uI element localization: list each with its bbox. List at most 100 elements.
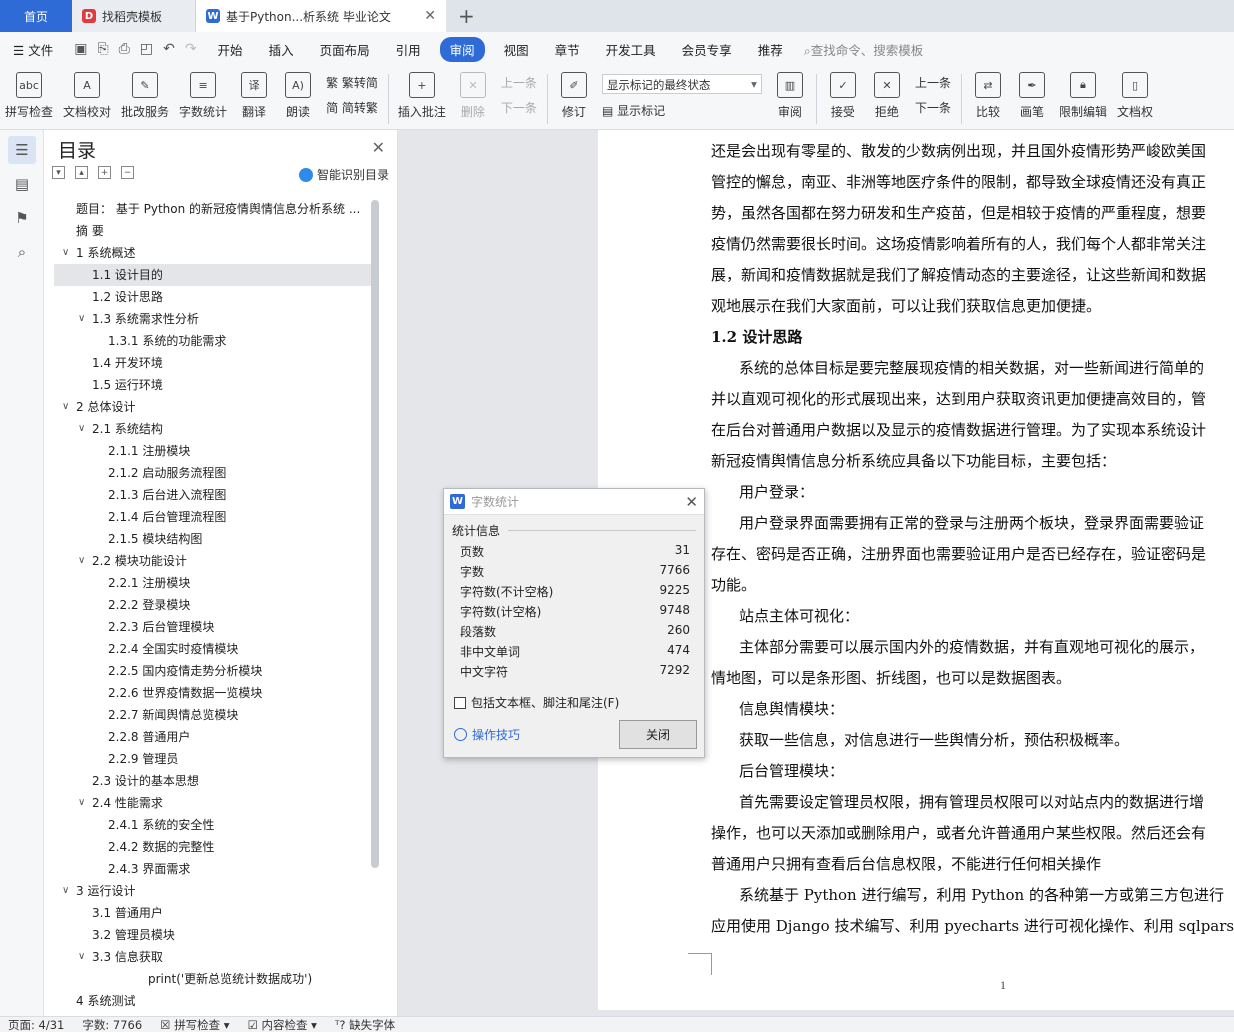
menu-item-insert[interactable]: 插入	[256, 40, 307, 59]
toc-item[interactable]: ∨ 3 运行设计	[54, 880, 374, 902]
close-icon[interactable]: ✕	[372, 138, 385, 157]
tab-docer[interactable]: D 找稻壳模板	[72, 0, 196, 32]
toc-item[interactable]: 2.2.3 后台管理模块	[54, 616, 374, 638]
toc-item[interactable]: ∨ 2.4 性能需求	[54, 792, 374, 814]
compare-button[interactable]: ⇄ 比较	[966, 66, 1010, 120]
restrict-edit-button[interactable]: 🔒︎ 限制编辑	[1054, 66, 1112, 120]
page-indicator[interactable]: 页面: 4/31	[8, 1017, 64, 1033]
toc-item[interactable]: 2.2.6 世界疫情数据一览模块	[54, 682, 374, 704]
menu-item-member[interactable]: 会员专享	[669, 40, 745, 59]
toc-item[interactable]: 2.2.1 注册模块	[54, 572, 374, 594]
print-icon[interactable]: ⎙	[119, 41, 130, 57]
toc-item[interactable]: 1.4 开发环境	[54, 352, 374, 374]
toc-item[interactable]: 2.2.2 登录模块	[54, 594, 374, 616]
find-icon[interactable]: ⌕	[8, 238, 36, 266]
toc-item[interactable]: 摘 要	[54, 220, 374, 242]
toc-item[interactable]: ∨ 2.2 模块功能设计	[54, 550, 374, 572]
toc-scrollbar[interactable]	[371, 200, 379, 868]
expand-all-icon[interactable]: ▴	[75, 166, 88, 179]
toc-item[interactable]: 4 系统测试	[54, 990, 374, 1012]
bookmark-icon[interactable]: ⚑	[8, 204, 36, 232]
toc-item[interactable]: 2.4.1 系统的安全性	[54, 814, 374, 836]
toc-item[interactable]: 2.2.9 管理员	[54, 748, 374, 770]
new-tab-button[interactable]: +	[446, 0, 487, 32]
preview-icon[interactable]: ◰	[140, 41, 153, 57]
accept-button[interactable]: ✓ 接受	[821, 66, 865, 120]
toc-item[interactable]: 2.2.7 新闻舆情总览模块	[54, 704, 374, 726]
toc-item[interactable]: 1.3.1 系统的功能需求	[54, 330, 374, 352]
tab-close-icon[interactable]: ✕	[424, 8, 436, 24]
toc-item[interactable]: 2.2.5 国内疫情走势分析模块	[54, 660, 374, 682]
toc-item[interactable]: 1.1 设计目的	[54, 264, 374, 286]
redo-icon[interactable]: ↷	[185, 41, 197, 57]
collapse-all-icon[interactable]: ▾	[52, 166, 65, 179]
smart-toc-button[interactable]: 智能识别目录	[298, 166, 389, 183]
dialog-close-icon[interactable]: ✕	[685, 493, 698, 511]
pen-button[interactable]: ✒ 画笔	[1010, 66, 1054, 120]
toc-item[interactable]: ∨ 2 总体设计	[54, 396, 374, 418]
tips-link[interactable]: 操作技巧	[454, 726, 520, 743]
toc-item[interactable]: ∨ 3.3 信息获取	[54, 946, 374, 968]
toc-item[interactable]: 2.1.2 启动服务流程图	[54, 462, 374, 484]
save-icon[interactable]: ▣	[74, 41, 87, 57]
menu-item-developer[interactable]: 开发工具	[593, 40, 669, 59]
toc-item[interactable]: 2.1.3 后台进入流程图	[54, 484, 374, 506]
toc-item[interactable]: 1.5 运行环境	[54, 374, 374, 396]
reject-button[interactable]: ✕ 拒绝	[865, 66, 909, 120]
toc-item[interactable]: 1.2 设计思路	[54, 286, 374, 308]
chevron-down-icon[interactable]: ∨	[78, 418, 85, 440]
doc-proof-button[interactable]: A 文档校对	[58, 66, 116, 120]
next-comment-button[interactable]: 下一条	[501, 99, 537, 116]
toc-item[interactable]: 3.1 普通用户	[54, 902, 374, 924]
chevron-down-icon[interactable]: ∨	[78, 308, 85, 330]
simp-to-trad-button[interactable]: 简 简转繁	[326, 99, 378, 116]
toc-item[interactable]: 题目： 基于 Python 的新冠疫情舆情信息分析系统 ...	[54, 198, 374, 220]
toc-item[interactable]: 2.3 设计的基本思想	[54, 770, 374, 792]
add-level-icon[interactable]: +	[98, 166, 111, 179]
menu-item-view[interactable]: 视图	[491, 40, 542, 59]
toc-item[interactable]: 2.2.4 全国实时疫情模块	[54, 638, 374, 660]
review-pane-button[interactable]: ▥ 审阅	[768, 66, 812, 120]
menu-item-chapter[interactable]: 章节	[542, 40, 593, 59]
toc-item[interactable]: 2.1.5 模块结构图	[54, 528, 374, 550]
missing-font-status[interactable]: ᵀ? 缺失字体	[335, 1017, 395, 1033]
toc-item[interactable]: 2.1.1 注册模块	[54, 440, 374, 462]
translate-button[interactable]: 译翻译	[232, 66, 276, 120]
markup-mode-select[interactable]: 显示标记的最终状态	[601, 74, 762, 94]
remove-level-icon[interactable]: −	[121, 166, 134, 179]
toc-item[interactable]: 2.2.8 普通用户	[54, 726, 374, 748]
chapter-nav-icon[interactable]: ▤	[8, 170, 36, 198]
trad-to-simp-button[interactable]: 繁 繁转简	[326, 74, 378, 91]
prev-comment-button[interactable]: 上一条	[501, 74, 537, 91]
toc-item[interactable]: ∨ 1.3 系统需求性分析	[54, 308, 374, 330]
dialog-titlebar[interactable]: W 字数统计 ✕	[444, 489, 704, 515]
toc-item[interactable]: ∨ 1 系统概述	[54, 242, 374, 264]
menu-item-layout[interactable]: 页面布局	[307, 40, 383, 59]
delete-comment-button[interactable]: ✕ 删除	[451, 66, 495, 120]
toc-item[interactable]: 3.2 管理员模块	[54, 924, 374, 946]
toc-item[interactable]: 2.1.4 后台管理流程图	[54, 506, 374, 528]
file-menu[interactable]: ☰ 文件	[0, 40, 66, 59]
toc-item[interactable]: 2.4.2 数据的完整性	[54, 836, 374, 858]
menu-item-references[interactable]: 引用	[383, 40, 434, 59]
chevron-down-icon[interactable]: ∨	[78, 550, 85, 572]
insert-comment-button[interactable]: + 插入批注	[393, 66, 451, 120]
chevron-down-icon[interactable]: ∨	[78, 792, 85, 814]
command-search[interactable]: ⌕查找命令、搜索模板	[804, 40, 924, 59]
toc-panel-icon[interactable]: ☰	[8, 136, 36, 164]
export-icon[interactable]: ⎘	[97, 41, 108, 57]
chevron-down-icon[interactable]: ∨	[62, 396, 69, 418]
tab-home[interactable]: 首页	[0, 0, 72, 32]
batch-service-button[interactable]: ✎ 批改服务	[116, 66, 174, 120]
include-textboxes-checkbox[interactable]: 包括文本框、脚注和尾注(F)	[454, 694, 619, 711]
doc-permission-button[interactable]: ▯ 文档权	[1112, 66, 1158, 120]
track-changes-button[interactable]: ✐ 修订	[552, 66, 596, 120]
show-markup-button[interactable]: ▤ 显示标记	[602, 102, 762, 119]
menu-item-start[interactable]: 开始	[205, 40, 256, 59]
close-button[interactable]: 关闭	[619, 720, 697, 749]
toc-item[interactable]: 2.4.3 界面需求	[54, 858, 374, 880]
toc-item[interactable]: ∨ 2.1 系统结构	[54, 418, 374, 440]
word-count-button[interactable]: ≡ 字数统计	[174, 66, 232, 120]
chevron-down-icon[interactable]: ∨	[62, 242, 69, 264]
menu-item-recommend[interactable]: 推荐	[745, 40, 796, 59]
